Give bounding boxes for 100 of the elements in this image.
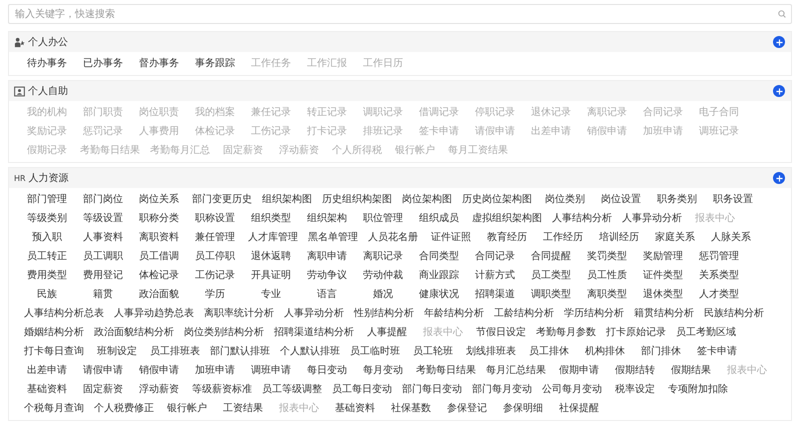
menu-link[interactable]: 社保提醒 (551, 399, 607, 418)
menu-link[interactable]: 员工轮班 (405, 342, 461, 361)
menu-link[interactable]: 银行帐户 (159, 399, 215, 418)
menu-link[interactable]: 员工临时班 (345, 342, 405, 361)
menu-link[interactable]: 职务设置 (705, 190, 761, 209)
menu-link[interactable]: 招聘渠道 (467, 285, 523, 304)
menu-link[interactable]: 费用登记 (75, 266, 131, 285)
menu-link[interactable]: 人事结构分析 (547, 209, 617, 228)
menu-link[interactable]: 员工考勤区域 (671, 323, 741, 342)
menu-link[interactable]: 员工每日变动 (327, 380, 397, 399)
menu-link[interactable]: 员工类型 (523, 266, 579, 285)
menu-link[interactable]: 合同记录 (467, 247, 523, 266)
menu-link[interactable]: 参保登记 (439, 399, 495, 418)
menu-link[interactable]: 事务跟踪 (187, 54, 243, 73)
menu-link[interactable]: 籍贯结构分析 (629, 304, 699, 323)
menu-link[interactable]: 社保基数 (383, 399, 439, 418)
menu-link[interactable]: 假期申请 (551, 361, 607, 380)
menu-link[interactable]: 开具证明 (243, 266, 299, 285)
menu-link[interactable]: 税率设定 (607, 380, 663, 399)
menu-link[interactable]: 离职率统计分析 (199, 304, 279, 323)
menu-link[interactable]: 专业 (243, 285, 299, 304)
menu-link[interactable]: 学历结构分析 (559, 304, 629, 323)
menu-link[interactable]: 调班申请 (243, 361, 299, 380)
menu-link[interactable]: 职称设置 (187, 209, 243, 228)
menu-link[interactable]: 离职类型 (579, 285, 635, 304)
menu-link[interactable]: 员工排班表 (145, 342, 205, 361)
menu-link[interactable]: 节假日设定 (471, 323, 531, 342)
menu-link[interactable]: 每日变动 (299, 361, 355, 380)
menu-link[interactable]: 证件证照 (423, 228, 479, 247)
menu-link[interactable]: 历史岗位架构图 (457, 190, 537, 209)
menu-link[interactable]: 工作经历 (535, 228, 591, 247)
menu-link[interactable]: 家庭关系 (647, 228, 703, 247)
menu-link[interactable]: 考勤每月参数 (531, 323, 601, 342)
menu-link[interactable]: 奖罚类型 (579, 247, 635, 266)
menu-link[interactable]: 政治面貌 (131, 285, 187, 304)
add-button[interactable] (773, 36, 785, 48)
menu-link[interactable]: 人事异动分析 (279, 304, 349, 323)
menu-link[interactable]: 考勤每日结果 (411, 361, 481, 380)
menu-link[interactable]: 假期结果 (663, 361, 719, 380)
menu-link[interactable]: 职位管理 (355, 209, 411, 228)
menu-link[interactable]: 教育经历 (479, 228, 535, 247)
menu-link[interactable]: 岗位类别 (537, 190, 593, 209)
menu-link[interactable]: 政治面貌结构分析 (89, 323, 179, 342)
menu-link[interactable]: 岗位类别结构分析 (179, 323, 269, 342)
menu-link[interactable]: 人事提醒 (359, 323, 415, 342)
add-button[interactable] (773, 85, 785, 97)
menu-link[interactable]: 离职记录 (355, 247, 411, 266)
menu-link[interactable]: 费用类型 (19, 266, 75, 285)
menu-link[interactable]: 假期结转 (607, 361, 663, 380)
menu-link[interactable]: 语言 (299, 285, 355, 304)
menu-link[interactable]: 员工调职 (75, 247, 131, 266)
menu-link[interactable]: 合同提醒 (523, 247, 579, 266)
menu-link[interactable]: 员工借调 (131, 247, 187, 266)
menu-link[interactable]: 机构排休 (577, 342, 633, 361)
menu-link[interactable]: 民族 (19, 285, 75, 304)
menu-link[interactable]: 员工性质 (579, 266, 635, 285)
menu-link[interactable]: 健康状况 (411, 285, 467, 304)
menu-link[interactable]: 预入职 (19, 228, 75, 247)
menu-link[interactable]: 职称分类 (131, 209, 187, 228)
menu-link[interactable]: 员工等级调整 (257, 380, 327, 399)
menu-link[interactable]: 组织成员 (411, 209, 467, 228)
menu-link[interactable]: 岗位架构图 (397, 190, 457, 209)
menu-link[interactable]: 人才类型 (691, 285, 747, 304)
menu-link[interactable]: 等级类别 (19, 209, 75, 228)
menu-link[interactable]: 打卡每日查询 (19, 342, 89, 361)
menu-link[interactable]: 浮动薪资 (131, 380, 187, 399)
search-field[interactable]: 输入关键字，快速搜索 (8, 4, 792, 24)
menu-link[interactable]: 惩罚管理 (691, 247, 747, 266)
menu-link[interactable]: 合同类型 (411, 247, 467, 266)
menu-link[interactable]: 体检记录 (131, 266, 187, 285)
menu-link[interactable]: 退休返聘 (243, 247, 299, 266)
menu-link[interactable]: 婚况 (355, 285, 411, 304)
menu-link[interactable]: 历史组织构架图 (317, 190, 397, 209)
menu-link[interactable]: 岗位设置 (593, 190, 649, 209)
menu-link[interactable]: 部门每月变动 (467, 380, 537, 399)
menu-link[interactable]: 岗位关系 (131, 190, 187, 209)
menu-link[interactable]: 基础资料 (19, 380, 75, 399)
menu-link[interactable]: 个人税费修正 (89, 399, 159, 418)
menu-link[interactable]: 关系类型 (691, 266, 747, 285)
menu-link[interactable]: 工资结果 (215, 399, 271, 418)
menu-link[interactable]: 督办事务 (131, 54, 187, 73)
menu-link[interactable]: 部门管理 (19, 190, 75, 209)
menu-link[interactable]: 个人默认排班 (275, 342, 345, 361)
menu-link[interactable]: 职务类别 (649, 190, 705, 209)
menu-link[interactable]: 员工停职 (187, 247, 243, 266)
menu-link[interactable]: 黑名单管理 (303, 228, 363, 247)
menu-link[interactable]: 证件类型 (635, 266, 691, 285)
menu-link[interactable]: 人事结构分析总表 (19, 304, 109, 323)
menu-link[interactable]: 劳动仲裁 (355, 266, 411, 285)
menu-link[interactable]: 离职申请 (299, 247, 355, 266)
menu-link[interactable]: 工伤记录 (187, 266, 243, 285)
menu-link[interactable]: 部门默认排班 (205, 342, 275, 361)
menu-link[interactable]: 个税每月查询 (19, 399, 89, 418)
menu-link[interactable]: 部门排休 (633, 342, 689, 361)
menu-link[interactable]: 婚姻结构分析 (19, 323, 89, 342)
menu-link[interactable]: 组织类型 (243, 209, 299, 228)
menu-link[interactable]: 部门变更历史 (187, 190, 257, 209)
menu-link[interactable]: 计薪方式 (467, 266, 523, 285)
menu-link[interactable]: 劳动争议 (299, 266, 355, 285)
menu-link[interactable]: 人脉关系 (703, 228, 759, 247)
